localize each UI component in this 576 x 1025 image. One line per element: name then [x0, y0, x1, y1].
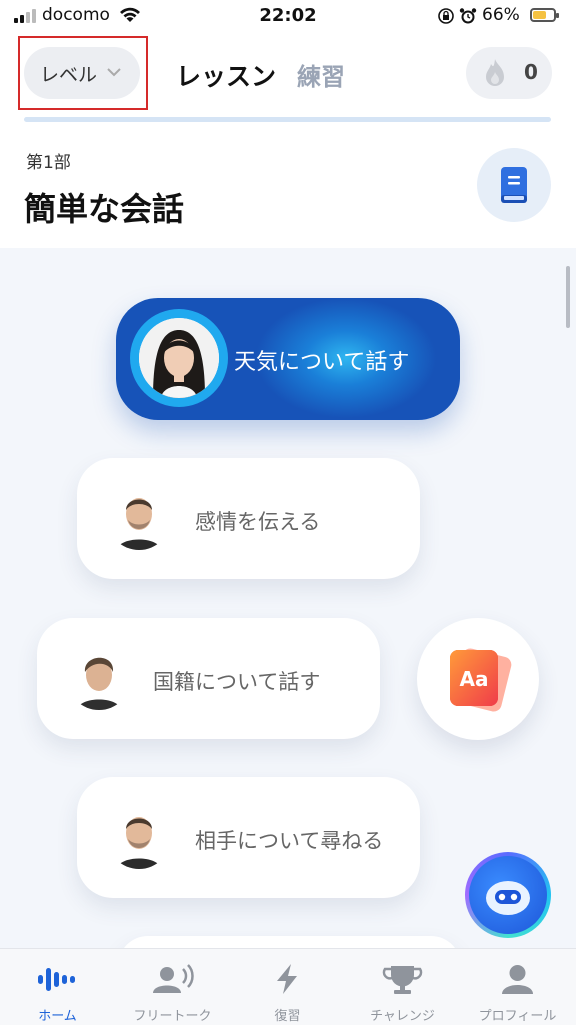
lightning-icon	[277, 964, 297, 994]
lesson-card-nationality[interactable]: 国籍について話す	[37, 618, 380, 739]
tab-label: プロフィール	[478, 1009, 557, 1024]
header: レベル レッスン 練習 0	[0, 34, 576, 124]
lesson-title: 天気について話す	[234, 350, 410, 375]
battery-fill	[533, 11, 546, 19]
avatar	[67, 646, 131, 710]
orientation-lock-icon	[438, 8, 454, 24]
voice-wave-icon	[38, 968, 75, 991]
lesson-card-emotions[interactable]: 感情を伝える	[77, 458, 420, 579]
section-header: 第1部 簡単な会話	[0, 124, 576, 248]
flashcards-icon: Aa	[450, 648, 512, 712]
robot-icon	[486, 881, 530, 915]
battery-icon	[530, 8, 559, 22]
tab-challenge[interactable]: チャレンジ	[345, 949, 460, 1025]
flame-icon	[486, 59, 504, 86]
highlight-box	[18, 36, 148, 110]
vocabulary-button[interactable]: Aa	[417, 618, 539, 740]
tab-label: ホーム	[38, 1009, 77, 1024]
tab-review[interactable]: 復習	[230, 949, 345, 1025]
person-icon	[502, 965, 533, 994]
tab-label: 復習	[274, 1009, 301, 1024]
lesson-progress-bar	[24, 117, 551, 122]
streak-count: 0	[524, 60, 538, 84]
lesson-title: 相手について尋ねる	[195, 829, 384, 853]
tab-free-talk[interactable]: フリートーク	[115, 949, 230, 1025]
speaking-person-icon	[153, 964, 194, 993]
tab-practice[interactable]: 練習	[297, 57, 345, 92]
battery-percent: 66%	[482, 5, 520, 25]
tab-profile[interactable]: プロフィール	[460, 949, 575, 1025]
status-bar: docomo 22:02 66%	[0, 0, 576, 34]
lesson-card-ask-about[interactable]: 相手について尋ねる	[77, 777, 420, 898]
book-button[interactable]	[477, 148, 551, 222]
avatar	[139, 318, 219, 398]
avatar-ring	[130, 309, 228, 407]
trophy-icon	[382, 966, 423, 994]
avatar	[107, 486, 171, 550]
tab-label: チャレンジ	[370, 1009, 435, 1024]
scrollbar[interactable]	[566, 266, 570, 328]
tab-label: フリートーク	[133, 1009, 212, 1024]
vocabulary-button-text: Aa	[460, 667, 489, 691]
streak-badge[interactable]: 0	[466, 47, 552, 99]
section-part-label: 第1部	[26, 153, 71, 173]
tab-home[interactable]: ホーム	[0, 949, 115, 1025]
tab-bar: ホーム フリートーク 復習 チャレンジ プロフィール	[0, 948, 576, 1025]
alarm-icon	[459, 8, 477, 24]
lesson-card-weather[interactable]: 天気について話す	[116, 298, 460, 420]
section-title: 簡単な会話	[24, 190, 185, 228]
lesson-title: 感情を伝える	[195, 510, 321, 534]
ai-assistant-button[interactable]	[465, 852, 551, 938]
tab-lesson[interactable]: レッスン	[176, 57, 276, 93]
book-icon	[501, 167, 527, 203]
lesson-title: 国籍について話す	[153, 670, 321, 694]
avatar	[107, 805, 171, 869]
